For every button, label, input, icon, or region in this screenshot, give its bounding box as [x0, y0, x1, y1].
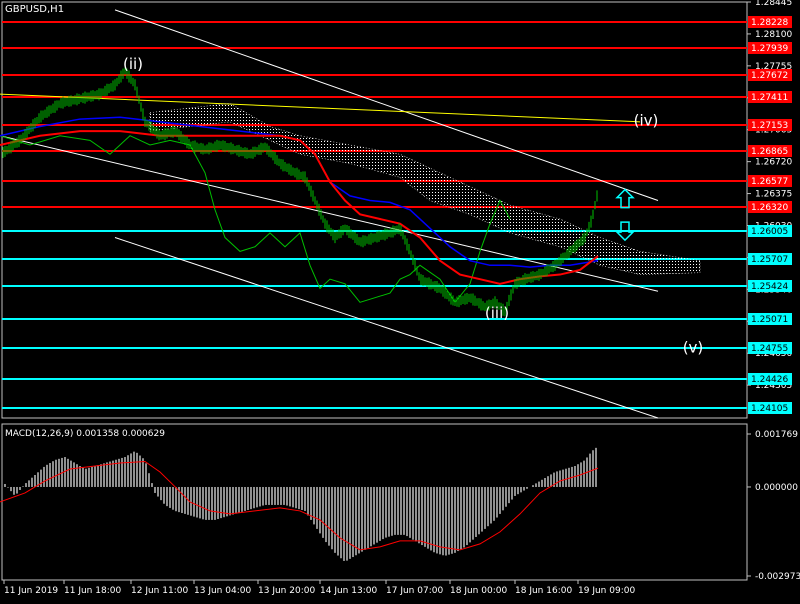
price-tick-label: 1.26375: [755, 190, 792, 200]
time-tick-label: 18 Jun 16:00: [515, 586, 572, 596]
resistance-price-label: 1.26577: [751, 177, 788, 187]
resistance-price-label: 1.27153: [751, 121, 788, 131]
support-price-label: 1.24755: [751, 344, 788, 354]
support-price-label: 1.25707: [751, 255, 788, 265]
wave-label: (ii): [123, 55, 143, 73]
price-tick-label: 1.28100: [755, 30, 792, 40]
time-tick-label: 14 Jun 13:00: [320, 586, 377, 596]
time-tick-label: 18 Jun 00:00: [450, 586, 507, 596]
support-price-label: 1.25071: [751, 315, 788, 325]
time-tick-label: 13 Jun 04:00: [194, 586, 251, 596]
trading-chart: GBPUSD,H1 MACD(12,26,9) 0.001358 0.00062…: [0, 0, 800, 600]
symbol-label: GBPUSD,H1: [5, 4, 64, 15]
wave-label: (iv): [634, 112, 659, 130]
time-tick-label: 12 Jun 11:00: [131, 586, 188, 596]
time-tick-label: 19 Jun 09:00: [578, 586, 635, 596]
support-price-label: 1.25424: [751, 282, 788, 292]
resistance-price-label: 1.26320: [751, 203, 788, 213]
wave-label: (iii): [485, 304, 509, 322]
time-tick-label: 17 Jun 07:00: [386, 586, 443, 596]
time-tick-label: 11 Jun 18:00: [64, 586, 121, 596]
support-price-label: 1.24426: [751, 375, 788, 385]
support-price-label: 1.24105: [751, 404, 788, 414]
macd-tick-label: -0.002973: [755, 572, 800, 582]
macd-label: MACD(12,26,9) 0.001358 0.000629: [5, 429, 165, 439]
price-tick-label: 1.26720: [755, 158, 792, 168]
resistance-price-label: 1.27672: [751, 71, 788, 81]
resistance-price-label: 1.27939: [751, 44, 788, 54]
time-tick-label: 13 Jun 20:00: [258, 586, 315, 596]
chart-svg: GBPUSD,H1 MACD(12,26,9) 0.001358 0.00062…: [0, 0, 800, 600]
macd-tick-label: 0.001769: [755, 430, 798, 440]
resistance-price-label: 1.28228: [751, 18, 788, 28]
wave-label: (v): [683, 338, 704, 356]
resistance-price-label: 1.27411: [751, 93, 788, 103]
support-price-label: 1.26005: [751, 227, 788, 237]
resistance-price-label: 1.26865: [751, 147, 788, 157]
time-tick-label: 11 Jun 2019: [4, 586, 58, 596]
macd-tick-label: 0.000000: [755, 483, 798, 493]
price-tick-label: 1.28445: [755, 0, 792, 8]
